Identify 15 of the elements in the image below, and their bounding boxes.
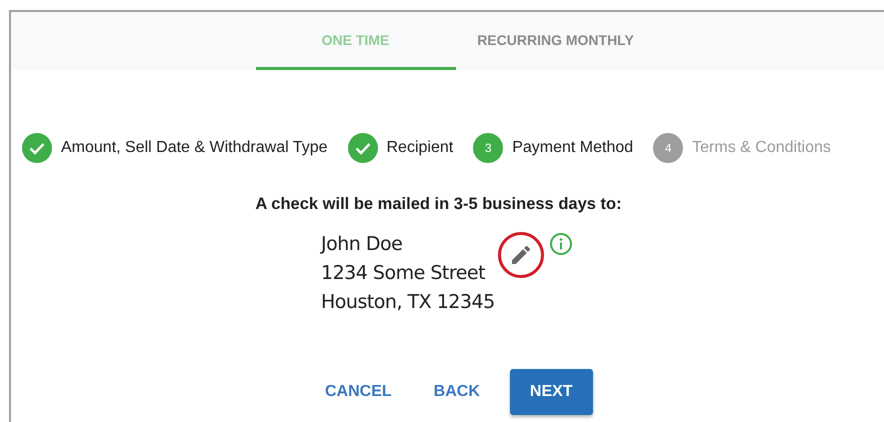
text-button[interactable]: BACK	[422, 369, 492, 415]
address-line: Houston, TX 12345	[321, 290, 495, 315]
step-number: 3	[473, 133, 504, 163]
primary-button[interactable]: NEXT	[510, 369, 593, 415]
heading: A check will be mailed in 3-5 business days to:	[254, 195, 623, 214]
address-line: 1234 Some Street	[321, 261, 486, 286]
tab[interactable]: RECURRING MONTHLY	[456, 12, 656, 70]
info-icon[interactable]	[548, 232, 573, 256]
address-line: John Doe	[321, 232, 404, 257]
step-label: Recipient	[386, 139, 454, 157]
text-button[interactable]: CANCEL	[313, 369, 404, 415]
step-label: Terms & Conditions	[692, 139, 831, 157]
step-label: Amount, Sell Date & Withdrawal Type	[61, 139, 328, 157]
step-label: Payment Method	[512, 139, 634, 157]
step-number: 4	[653, 133, 684, 163]
